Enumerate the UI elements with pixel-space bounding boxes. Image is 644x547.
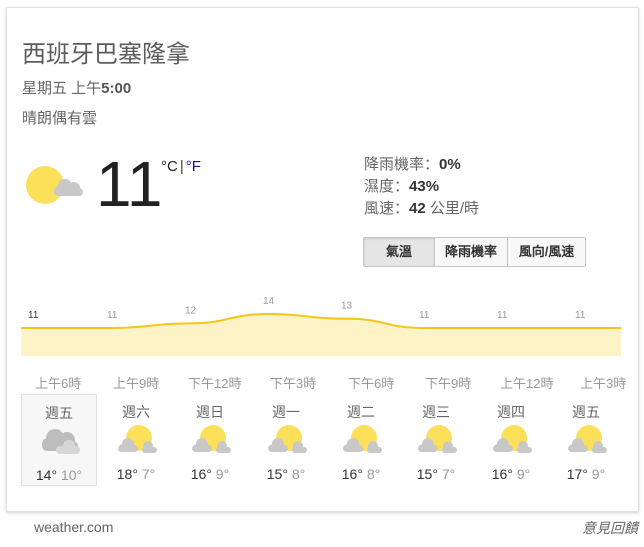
partly-cloudy-icon xyxy=(343,425,382,453)
chart-value-label: 13 xyxy=(341,301,353,312)
day-name: 週六 xyxy=(122,404,150,420)
day-low: 9° xyxy=(516,466,531,482)
chart-value-label: 14 xyxy=(263,296,275,307)
day-low: 7° xyxy=(441,466,456,482)
day-temps: 15° 7° xyxy=(399,466,473,482)
forecast-day[interactable]: 週一 15° 8° xyxy=(249,394,323,484)
location-title: 西班牙巴塞隆拿 xyxy=(22,41,190,68)
day-temps: 16° 9° xyxy=(474,466,548,482)
day-high: 16° xyxy=(190,466,212,482)
precip-label: 降雨機率： xyxy=(364,156,440,173)
day-name: 週日 xyxy=(196,404,224,420)
hour-label: 上午3時 xyxy=(580,376,627,391)
hour-label: 下午9時 xyxy=(425,376,472,391)
forecast-day[interactable]: 週五 14° 10° xyxy=(21,394,97,486)
temperature-chart: 11 11 12 14 13 11 11 11 xyxy=(21,296,621,356)
hour-labels: 上午6時 上午9時 下午12時 下午3時 下午6時 下午9時 上午12時 上午3… xyxy=(0,373,644,391)
forecast-day[interactable]: 週日 16° 9° xyxy=(173,394,247,484)
day-temps: 14° 10° xyxy=(22,467,96,483)
day-low: 9° xyxy=(591,466,606,482)
day-low: 8° xyxy=(366,466,381,482)
chart-value-label: 11 xyxy=(497,310,508,321)
day-high: 14° xyxy=(35,467,58,483)
chart-value-label: 11 xyxy=(419,310,430,321)
partly-cloudy-icon xyxy=(493,425,532,453)
precip-row: 降雨機率：0% xyxy=(364,154,479,176)
partly-cloudy-icon xyxy=(118,425,157,453)
hour-label: 上午9時 xyxy=(113,376,160,391)
partly-cloudy-icon xyxy=(418,425,457,453)
time-value: 5:00 xyxy=(101,80,132,97)
source-label: weather.com xyxy=(34,519,114,535)
day-temps: 15° 8° xyxy=(249,466,323,482)
hour-label: 上午6時 xyxy=(35,376,82,391)
day-name: 週一 xyxy=(272,404,300,420)
day-low: 8° xyxy=(291,466,306,482)
unit-toggle: °C | °F xyxy=(161,158,201,175)
day-name: 週三 xyxy=(422,404,450,420)
day-name: 週四 xyxy=(497,404,525,420)
chart-value-label: 12 xyxy=(185,305,197,316)
day-low: 10° xyxy=(60,467,83,483)
day-high: 15° xyxy=(416,466,438,482)
tab-temperature[interactable]: 氣溫 xyxy=(364,238,434,266)
partly-cloudy-icon xyxy=(268,425,307,453)
precip-value: 0% xyxy=(439,156,461,173)
day-low: 7° xyxy=(141,466,156,482)
day-high: 15° xyxy=(266,466,288,482)
day-temps: 18° 7° xyxy=(99,466,173,482)
tab-precipitation[interactable]: 降雨機率 xyxy=(434,238,507,266)
hour-label: 上午12時 xyxy=(500,376,554,391)
cloudy-icon xyxy=(42,429,80,454)
forecast-day[interactable]: 週三 15° 7° xyxy=(399,394,473,484)
humidity-label: 濕度： xyxy=(364,178,410,195)
day-low: 9° xyxy=(215,466,230,482)
partly-cloudy-icon xyxy=(568,425,607,453)
chart-value-label: 11 xyxy=(107,310,118,321)
unit-separator: | xyxy=(179,158,184,175)
unit-fahrenheit-link[interactable]: °F xyxy=(186,158,201,175)
day-temps: 16° 9° xyxy=(173,466,247,482)
wind-unit: 公里/時 xyxy=(429,200,480,217)
chart-value-label: 11 xyxy=(28,310,39,321)
wind-row: 風速：42 公里/時 xyxy=(364,198,479,220)
humidity-value: 43% xyxy=(409,178,440,195)
day-name: 週二 xyxy=(347,404,375,420)
wind-value: 42 xyxy=(409,200,426,217)
day-high: 18° xyxy=(116,466,138,482)
feedback-link[interactable]: 意見回饋 xyxy=(582,518,638,538)
day-time: 星期五 上午5:00 xyxy=(22,77,131,98)
humidity-row: 濕度：43% xyxy=(364,176,479,198)
hour-label: 下午3時 xyxy=(270,376,317,391)
day-name: 週五 xyxy=(572,404,600,420)
day-temps: 16° 8° xyxy=(324,466,398,482)
day-high: 16° xyxy=(491,466,513,482)
day-high: 16° xyxy=(341,466,363,482)
forecast-day[interactable]: 週五 17° 9° xyxy=(549,394,623,484)
day-name: 週五 xyxy=(45,405,73,421)
forecast-day[interactable]: 週二 16° 8° xyxy=(324,394,398,484)
condition-text: 晴朗偶有雲 xyxy=(22,110,98,127)
day-temps: 17° 9° xyxy=(549,466,623,482)
hour-label: 下午12時 xyxy=(188,376,242,391)
chart-value-label: 11 xyxy=(575,310,586,321)
partly-cloudy-icon xyxy=(26,166,83,204)
current-temperature: 11 xyxy=(96,148,163,220)
unit-celsius: °C xyxy=(161,158,178,175)
tab-wind[interactable]: 風向/風速 xyxy=(507,238,585,266)
hour-label: 下午6時 xyxy=(348,376,395,391)
forecast-day[interactable]: 週六 18° 7° xyxy=(99,394,173,484)
wind-label: 風速： xyxy=(364,200,410,217)
partly-cloudy-icon xyxy=(192,425,231,453)
day-high: 17° xyxy=(566,466,588,482)
forecast-day[interactable]: 週四 16° 9° xyxy=(474,394,548,484)
chart-mode-tabs: 氣溫 降雨機率 風向/風速 xyxy=(363,237,586,267)
day-label: 星期五 上午 xyxy=(22,80,102,97)
weather-stats: 降雨機率：0% 濕度：43% 風速：42 公里/時 xyxy=(364,154,479,220)
